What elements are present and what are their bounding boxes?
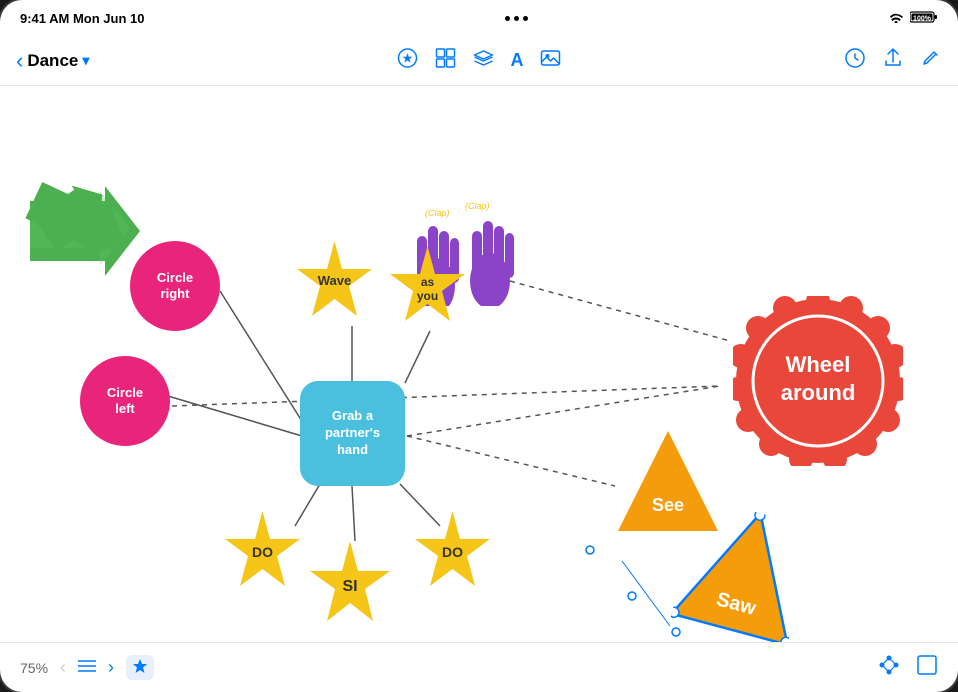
layers-icon[interactable] [473, 47, 495, 75]
text-icon[interactable]: A [511, 50, 524, 71]
toolbar-right [844, 47, 942, 75]
svg-text:DO: DO [252, 544, 273, 560]
toolbar-center: A [397, 47, 562, 75]
dot1 [505, 16, 510, 21]
clock-icon[interactable] [844, 47, 866, 75]
svg-text:around: around [781, 380, 856, 405]
do-left-node[interactable]: DO [225, 511, 300, 591]
image-icon[interactable] [540, 47, 562, 75]
svg-text:SI: SI [342, 578, 357, 595]
svg-text:as: as [421, 275, 435, 289]
do-right-node[interactable]: DO [415, 511, 490, 591]
svg-text:See: See [652, 495, 684, 515]
as-you-node[interactable]: as you [390, 246, 465, 326]
bottom-right-icons [878, 654, 938, 681]
svg-text:(Clap): (Clap) [425, 208, 450, 218]
center-node[interactable]: Grab apartner'shand [300, 381, 405, 486]
svg-text:Wave: Wave [318, 273, 351, 288]
svg-text:100%: 100% [913, 15, 932, 22]
ipad-frame: 9:41 AM Mon Jun 10 100% ‹ [0, 0, 958, 692]
next-button[interactable]: › [104, 653, 118, 682]
scatter-icon[interactable] [878, 654, 900, 681]
back-chevron-icon: ‹ [16, 48, 23, 74]
toolbar: ‹ Dance ▾ A [0, 36, 958, 86]
wheel-around-node[interactable]: Wheel around [733, 296, 903, 466]
wave-node[interactable]: Wave [297, 241, 372, 321]
list-icon[interactable] [78, 657, 96, 678]
canvas-area: Circle right Circleleft (Clap) [0, 86, 958, 642]
bottom-bar: 75% ‹ › [0, 642, 958, 692]
document-title: Dance [27, 51, 78, 71]
layout-icon[interactable] [916, 654, 938, 681]
star-button[interactable] [126, 655, 154, 680]
shape-icon[interactable] [397, 47, 419, 75]
zoom-controls: 75% ‹ › [20, 653, 154, 682]
title-button[interactable]: Dance ▾ [27, 51, 89, 71]
svg-text:you: you [417, 289, 438, 303]
dot3 [523, 16, 528, 21]
svg-text:DO: DO [442, 544, 463, 560]
circle-left-label: Circleleft [107, 385, 143, 416]
chevron-down-icon: ▾ [82, 52, 89, 69]
wifi-icon [888, 11, 904, 26]
zoom-label: 75% [20, 660, 48, 676]
si-node[interactable]: SI [310, 541, 390, 626]
status-center [505, 16, 528, 21]
status-bar: 9:41 AM Mon Jun 10 100% [0, 0, 958, 36]
back-button[interactable]: ‹ [16, 48, 23, 74]
circle-right-node[interactable]: Circle right [130, 241, 220, 331]
dot2 [514, 16, 519, 21]
circle-left-node[interactable]: Circleleft [80, 356, 170, 446]
share-icon[interactable] [882, 47, 904, 75]
svg-text:(Clap): (Clap) [465, 201, 490, 211]
prev-button[interactable]: ‹ [56, 653, 70, 682]
center-label: Grab apartner'shand [325, 408, 380, 459]
status-time: 9:41 AM Mon Jun 10 [20, 11, 144, 26]
circle-right-label: Circle right [157, 270, 193, 301]
edit-icon[interactable] [920, 47, 942, 75]
battery-icon: 100% [910, 10, 938, 27]
status-right: 100% [888, 10, 938, 27]
grid-icon[interactable] [435, 47, 457, 75]
svg-text:Wheel: Wheel [786, 352, 851, 377]
